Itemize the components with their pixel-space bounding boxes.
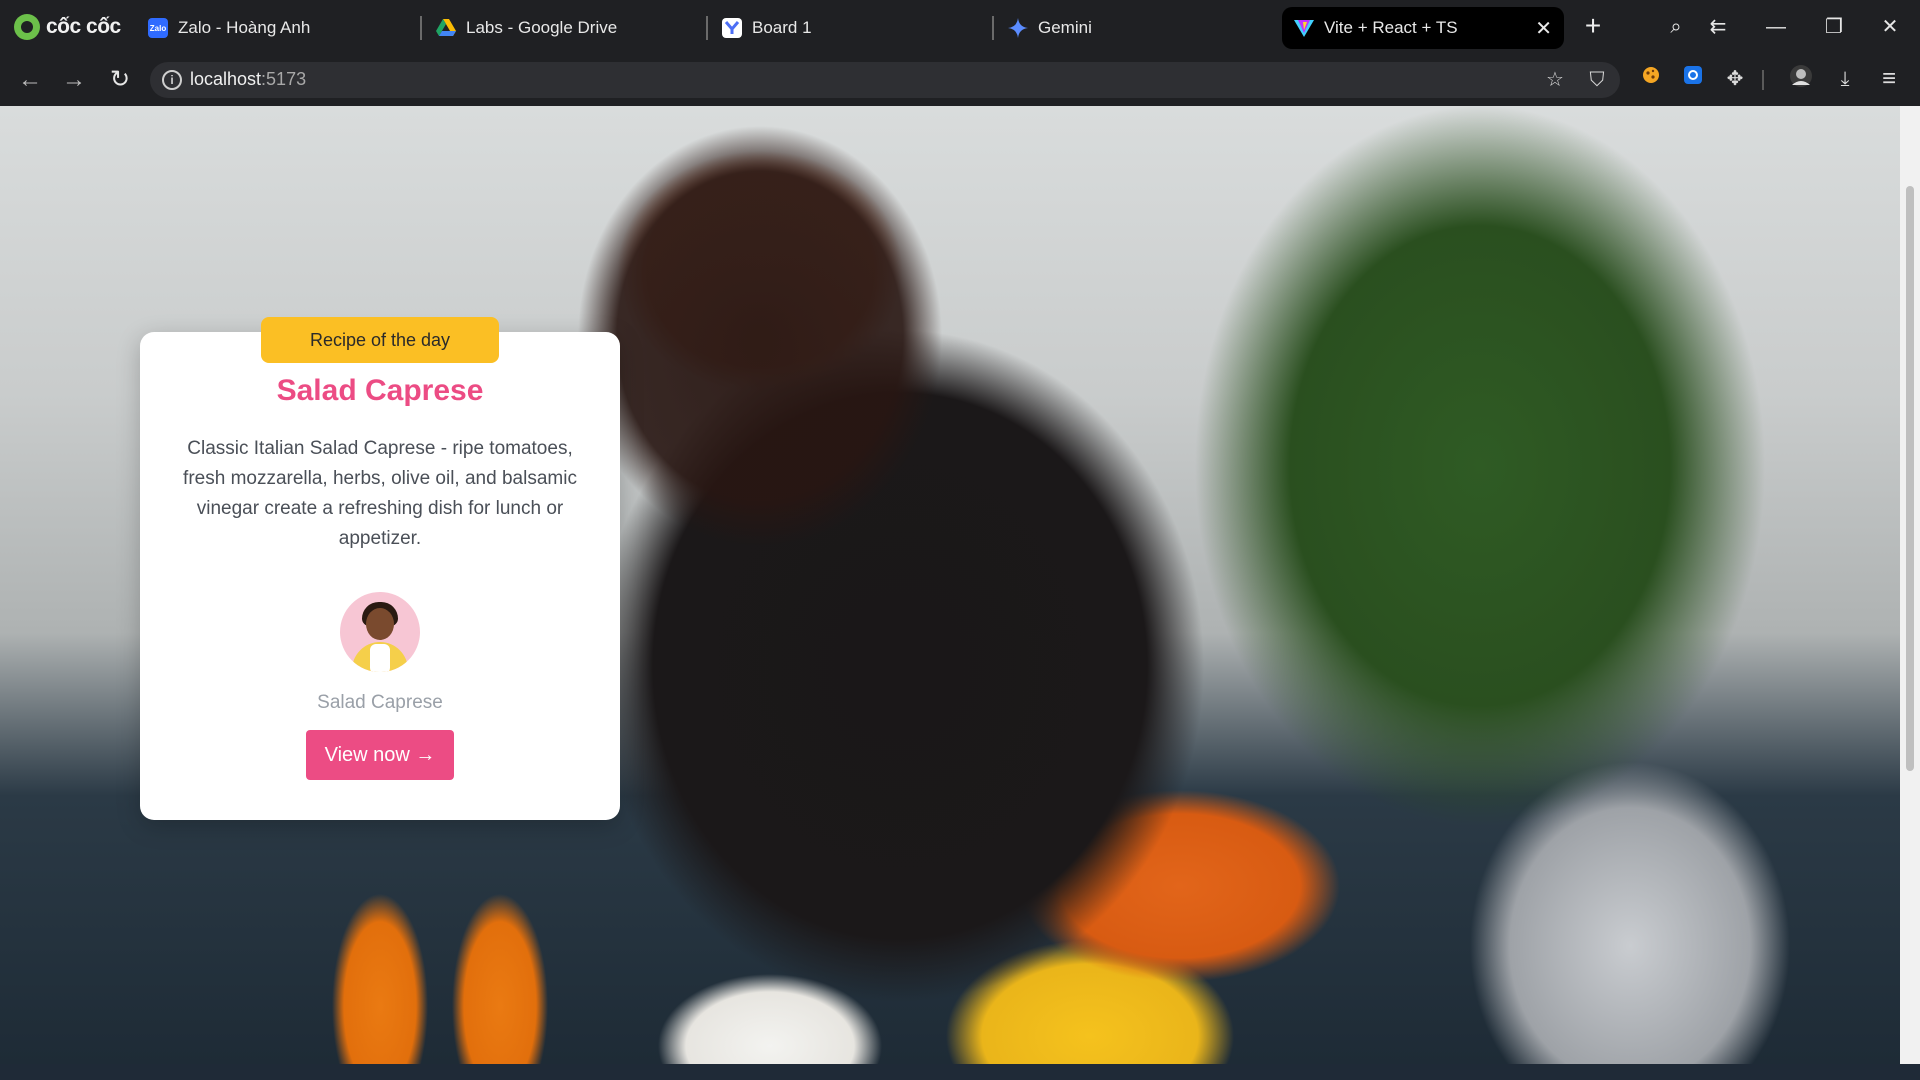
menu-icon[interactable]: ≡ [1874,64,1904,94]
blue-extension-icon[interactable] [1678,64,1708,94]
search-tabs-icon[interactable]: ⌕ [1660,12,1692,42]
toolbar-separator [1762,70,1764,90]
extensions-icon[interactable]: ✥ [1720,64,1750,94]
tab-gemini[interactable]: Gemini [996,7,1274,49]
back-button[interactable]: ← [14,64,46,96]
profile-avatar[interactable] [1786,64,1816,94]
tab-history-icon[interactable]: ⇇ [1702,12,1734,42]
recipe-of-the-day-badge: Recipe of the day [261,317,499,363]
close-tab-icon[interactable]: ✕ [1535,16,1552,41]
page-scrollbar[interactable] [1900,106,1920,1064]
reload-button[interactable]: ↻ [104,64,136,96]
avatar-shirt [370,644,390,672]
recipe-description: Classic Italian Salad Caprese - ripe tom… [183,438,577,549]
tab-title: Gemini [1038,18,1092,37]
shield-icon[interactable]: ⛉ [1584,67,1610,93]
google-drive-icon [436,18,456,38]
tab-separator [706,16,708,40]
author-avatar [340,592,420,672]
download-icon[interactable]: ⤓ [1830,64,1860,94]
new-tab-button[interactable]: + [1576,10,1610,44]
scrollbar-thumb[interactable] [1906,186,1914,771]
tab-title: Zalo - Hoàng Anh [178,18,311,37]
view-now-button[interactable]: View now → [306,730,454,780]
tab-bar: cốc cốc Zalo Zalo - Hoàng Anh Labs - Goo… [0,0,1920,54]
tab-title: Board 1 [752,18,812,37]
tab-separator [992,16,994,40]
forward-button[interactable]: → [58,64,90,96]
tab-board[interactable]: Board 1 [710,7,988,49]
recipe-title: Salad Caprese [276,374,484,407]
url-host: localhost [190,69,262,89]
bookmark-star-icon[interactable]: ☆ [1542,67,1568,93]
recipe-card: Recipe of the day Salad Caprese Classic … [140,317,620,820]
address-bar[interactable]: i localhost:5173 ☆ ⛉ [150,62,1620,98]
tab-vite-react[interactable]: Vite + React + TS ✕ [1282,7,1564,49]
address-url[interactable]: localhost:5173 [190,69,306,90]
tab-title: Labs - Google Drive [466,18,618,37]
tab-google-drive[interactable]: Labs - Google Drive [424,7,702,49]
site-info-icon[interactable]: i [162,70,182,90]
minimize-button[interactable]: — [1760,12,1792,42]
tab-title: Vite + React + TS [1324,18,1458,37]
taskbar-strip [0,1064,1920,1080]
zalo-icon: Zalo [148,18,168,38]
gemini-icon [1008,18,1028,38]
restore-button[interactable]: ❐ [1818,12,1850,42]
author-name: Salad Caprese [317,692,443,713]
brand-name: cốc cốc [46,15,121,38]
board-icon [722,18,742,38]
coccoc-logo-icon [14,14,40,40]
tab-zalo[interactable]: Zalo Zalo - Hoàng Anh [136,7,414,49]
coccoc-logo[interactable]: cốc cốc [14,13,121,41]
tab-separator [420,16,422,40]
avatar-face [366,608,394,640]
url-port: :5173 [261,69,307,89]
page-viewport: Recipe of the day Salad Caprese Classic … [0,106,1920,1064]
close-window-button[interactable]: ✕ [1874,12,1906,42]
cookie-extension-icon[interactable] [1636,64,1666,94]
vite-icon [1294,18,1314,38]
